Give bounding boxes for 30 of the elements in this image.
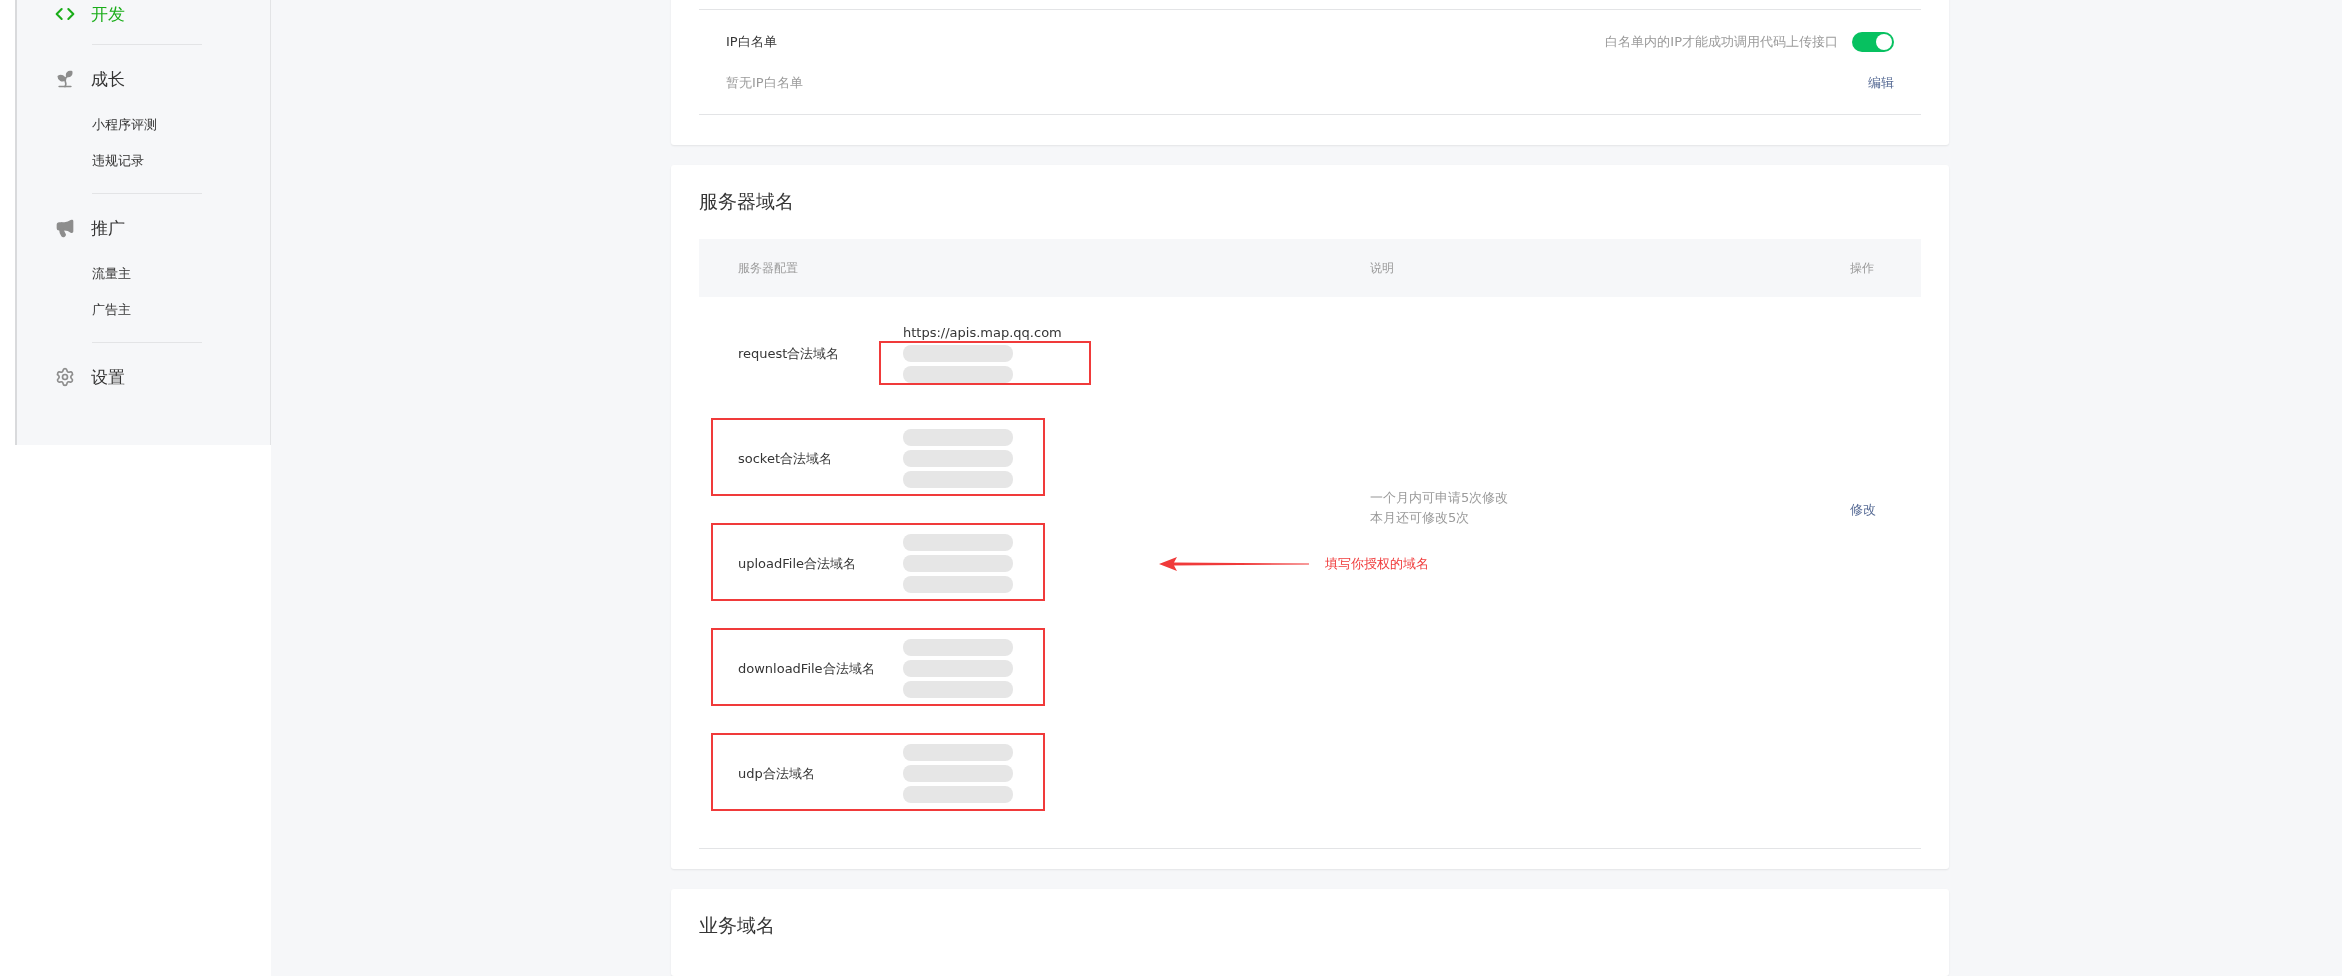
note-text: 本月还可修改5次 (1370, 509, 1471, 527)
sidebar-item[interactable]: 推广 (17, 212, 270, 244)
table-cell-text: downloadFile合法域名 (737, 659, 876, 678)
edit-link[interactable]: 编辑 (1868, 74, 1894, 92)
arrow-icon (1159, 557, 1309, 571)
sidebar-subitem[interactable]: 违规记录 (17, 143, 270, 179)
sidebar-subitem[interactable]: 小程序评测 (17, 107, 270, 143)
status-text: 暂无IP白名单 (726, 74, 804, 92)
hint-text: 白名单内的IP才能成功调用代码上传接口 (1605, 33, 1838, 51)
column-header: 说明 (1370, 259, 1395, 277)
table-cell-text: udp合法域名 (737, 764, 816, 783)
sidebar-item[interactable]: 设置 (17, 361, 270, 393)
section-title: 业务域名 (699, 913, 776, 938)
column-header: 操作 (1850, 259, 1875, 277)
table-cell-text: socket合法域名 (737, 449, 834, 468)
section-label: IP白名单 (726, 33, 778, 51)
sidebar-subitem[interactable]: 广告主 (17, 292, 270, 328)
annotation-text: 填写你授权的域名 (1325, 555, 1429, 573)
modify-link[interactable]: 修改 (1850, 501, 1876, 519)
megaphone-icon (55, 218, 75, 238)
table-cell-text: uploadFile合法域名 (737, 554, 858, 573)
sidebar-subitem[interactable]: 流量主 (17, 256, 270, 292)
table-cell-text: request合法域名 (737, 344, 841, 363)
toggle-switch[interactable] (1852, 32, 1894, 52)
column-header: 服务器配置 (737, 259, 799, 277)
gear-icon (55, 367, 75, 387)
section-title: 服务器域名 (699, 189, 795, 214)
sprout-icon (55, 69, 75, 89)
sidebar-item[interactable]: 成长 (17, 63, 270, 95)
domain-text: https://apis.map.qq.com (903, 324, 1063, 342)
